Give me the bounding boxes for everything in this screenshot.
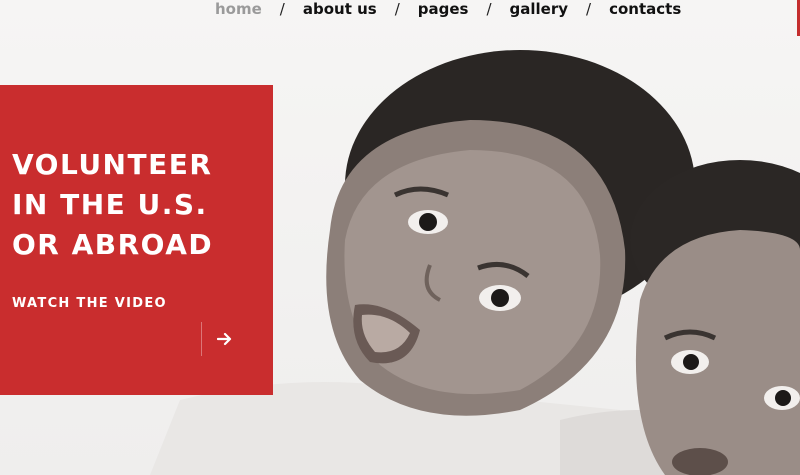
nav-separator: / [486,0,492,18]
hero-title-line: IN THE U.S. [12,188,208,221]
nav-item-pages[interactable]: pages [418,0,469,18]
nav-separator: / [279,0,285,18]
nav-item-about-us[interactable]: about us [303,0,377,18]
nav-separator: / [394,0,400,18]
hero-title-line: OR ABROAD [12,228,214,261]
hero-title-line: VOLUNTEER [12,148,213,181]
nav-list: home / about us / pages / gallery / cont… [215,0,681,18]
card-divider [201,322,202,356]
nav-separator: / [586,0,592,18]
watch-video-link[interactable]: WATCH THE VIDEO [12,296,167,311]
nav-item-gallery[interactable]: gallery [510,0,569,18]
main-navigation: home / about us / pages / gallery / cont… [0,0,800,36]
watch-video-arrow-button[interactable] [212,328,238,350]
hero-card: VOLUNTEER IN THE U.S. OR ABROAD WATCH TH… [0,85,273,395]
nav-item-contacts[interactable]: contacts [609,0,681,18]
arrow-right-icon [217,332,232,346]
nav-item-home[interactable]: home [215,0,262,18]
hero-title: VOLUNTEER IN THE U.S. OR ABROAD [12,145,213,265]
